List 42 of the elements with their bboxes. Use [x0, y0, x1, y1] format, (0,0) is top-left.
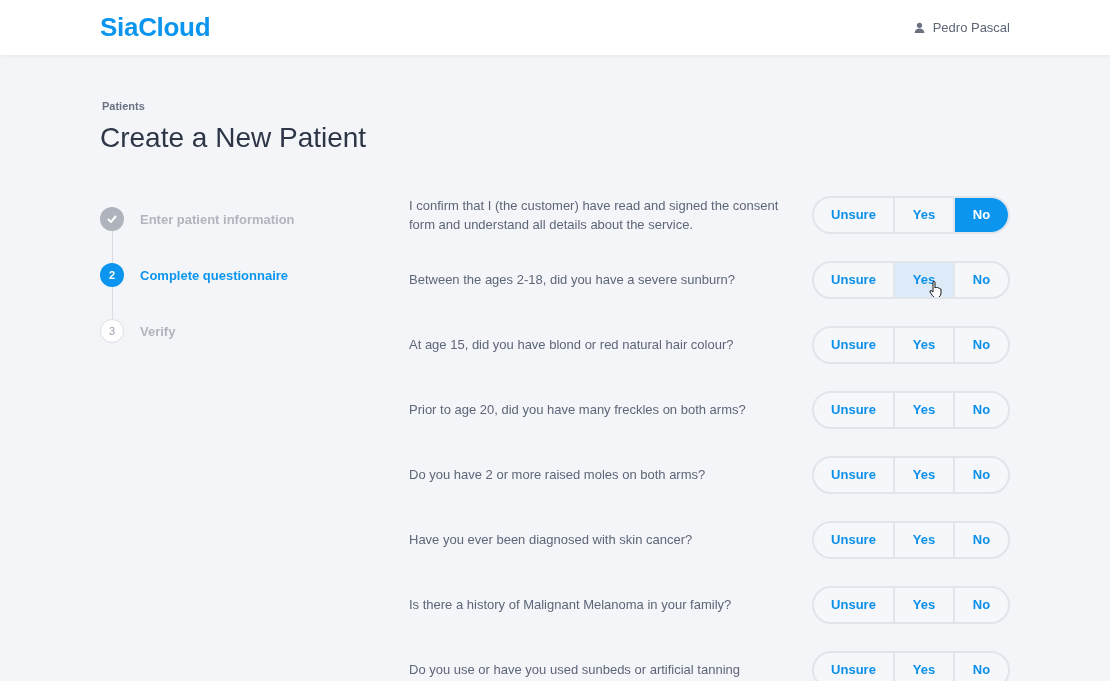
- answer-option[interactable]: No: [953, 522, 1008, 557]
- answer-option[interactable]: Unsure: [814, 392, 893, 427]
- question-text: Do you have 2 or more raised moles on both arms?: [409, 466, 707, 484]
- question-text: Is there a history of Malignant Melanoma in your family?: [409, 596, 733, 614]
- step-marker: 2: [100, 263, 124, 287]
- answer-option[interactable]: Unsure: [814, 327, 893, 362]
- answer-option[interactable]: Unsure: [814, 262, 893, 297]
- answer-option[interactable]: Yes: [893, 522, 953, 557]
- step-label[interactable]: Verify: [140, 323, 176, 339]
- answer-option[interactable]: Yes: [893, 457, 953, 492]
- question-text: I confirm that I (the customer) have read and signed the consent form and understand all details about the service.: [409, 196, 779, 234]
- user-name[interactable]: Pedro Pascal: [932, 20, 1010, 35]
- user-icon: [913, 22, 925, 33]
- answer-option[interactable]: Yes: [893, 587, 953, 622]
- answer-option[interactable]: Yes: [893, 327, 953, 362]
- answer-option[interactable]: No: [953, 587, 1008, 622]
- logo[interactable]: SiaCloud: [100, 12, 211, 43]
- answer-option[interactable]: Yes: [893, 652, 953, 681]
- answer-option[interactable]: Unsure: [814, 652, 893, 681]
- answer-option[interactable]: No: [953, 262, 1008, 297]
- answer-option[interactable]: No: [953, 327, 1008, 362]
- answer-option[interactable]: Yes: [893, 262, 953, 297]
- breadcrumb[interactable]: Patients: [102, 100, 1010, 112]
- answer-option[interactable]: Unsure: [814, 587, 893, 622]
- page-title: Create a New Patient: [100, 122, 368, 154]
- answer-option[interactable]: Yes: [893, 392, 953, 427]
- answer-option[interactable]: No: [953, 457, 1008, 492]
- question-text: At age 15, did you have blond or red natural hair colour?: [409, 336, 735, 354]
- question-text: Prior to age 20, did you have many freckles on both arms?: [409, 401, 747, 419]
- question-text: Between the ages 2-18, did you have a severe sunburn?: [409, 271, 736, 289]
- answer-option[interactable]: Unsure: [814, 457, 893, 492]
- answer-option[interactable]: No: [953, 197, 1008, 232]
- step-marker: 3: [100, 319, 124, 343]
- answer-option[interactable]: Unsure: [814, 197, 893, 232]
- step-label[interactable]: Complete questionnaire: [140, 267, 289, 283]
- question-text: Do you use or have you used sunbeds or artificial tanning: [409, 661, 741, 679]
- check-icon: [107, 215, 117, 223]
- step-label[interactable]: Enter patient information: [140, 211, 295, 227]
- answer-option[interactable]: Unsure: [814, 522, 893, 557]
- answer-option[interactable]: No: [953, 652, 1008, 681]
- answer-option[interactable]: No: [953, 392, 1008, 427]
- question-text: Have you ever been diagnosed with skin cancer?: [409, 531, 694, 549]
